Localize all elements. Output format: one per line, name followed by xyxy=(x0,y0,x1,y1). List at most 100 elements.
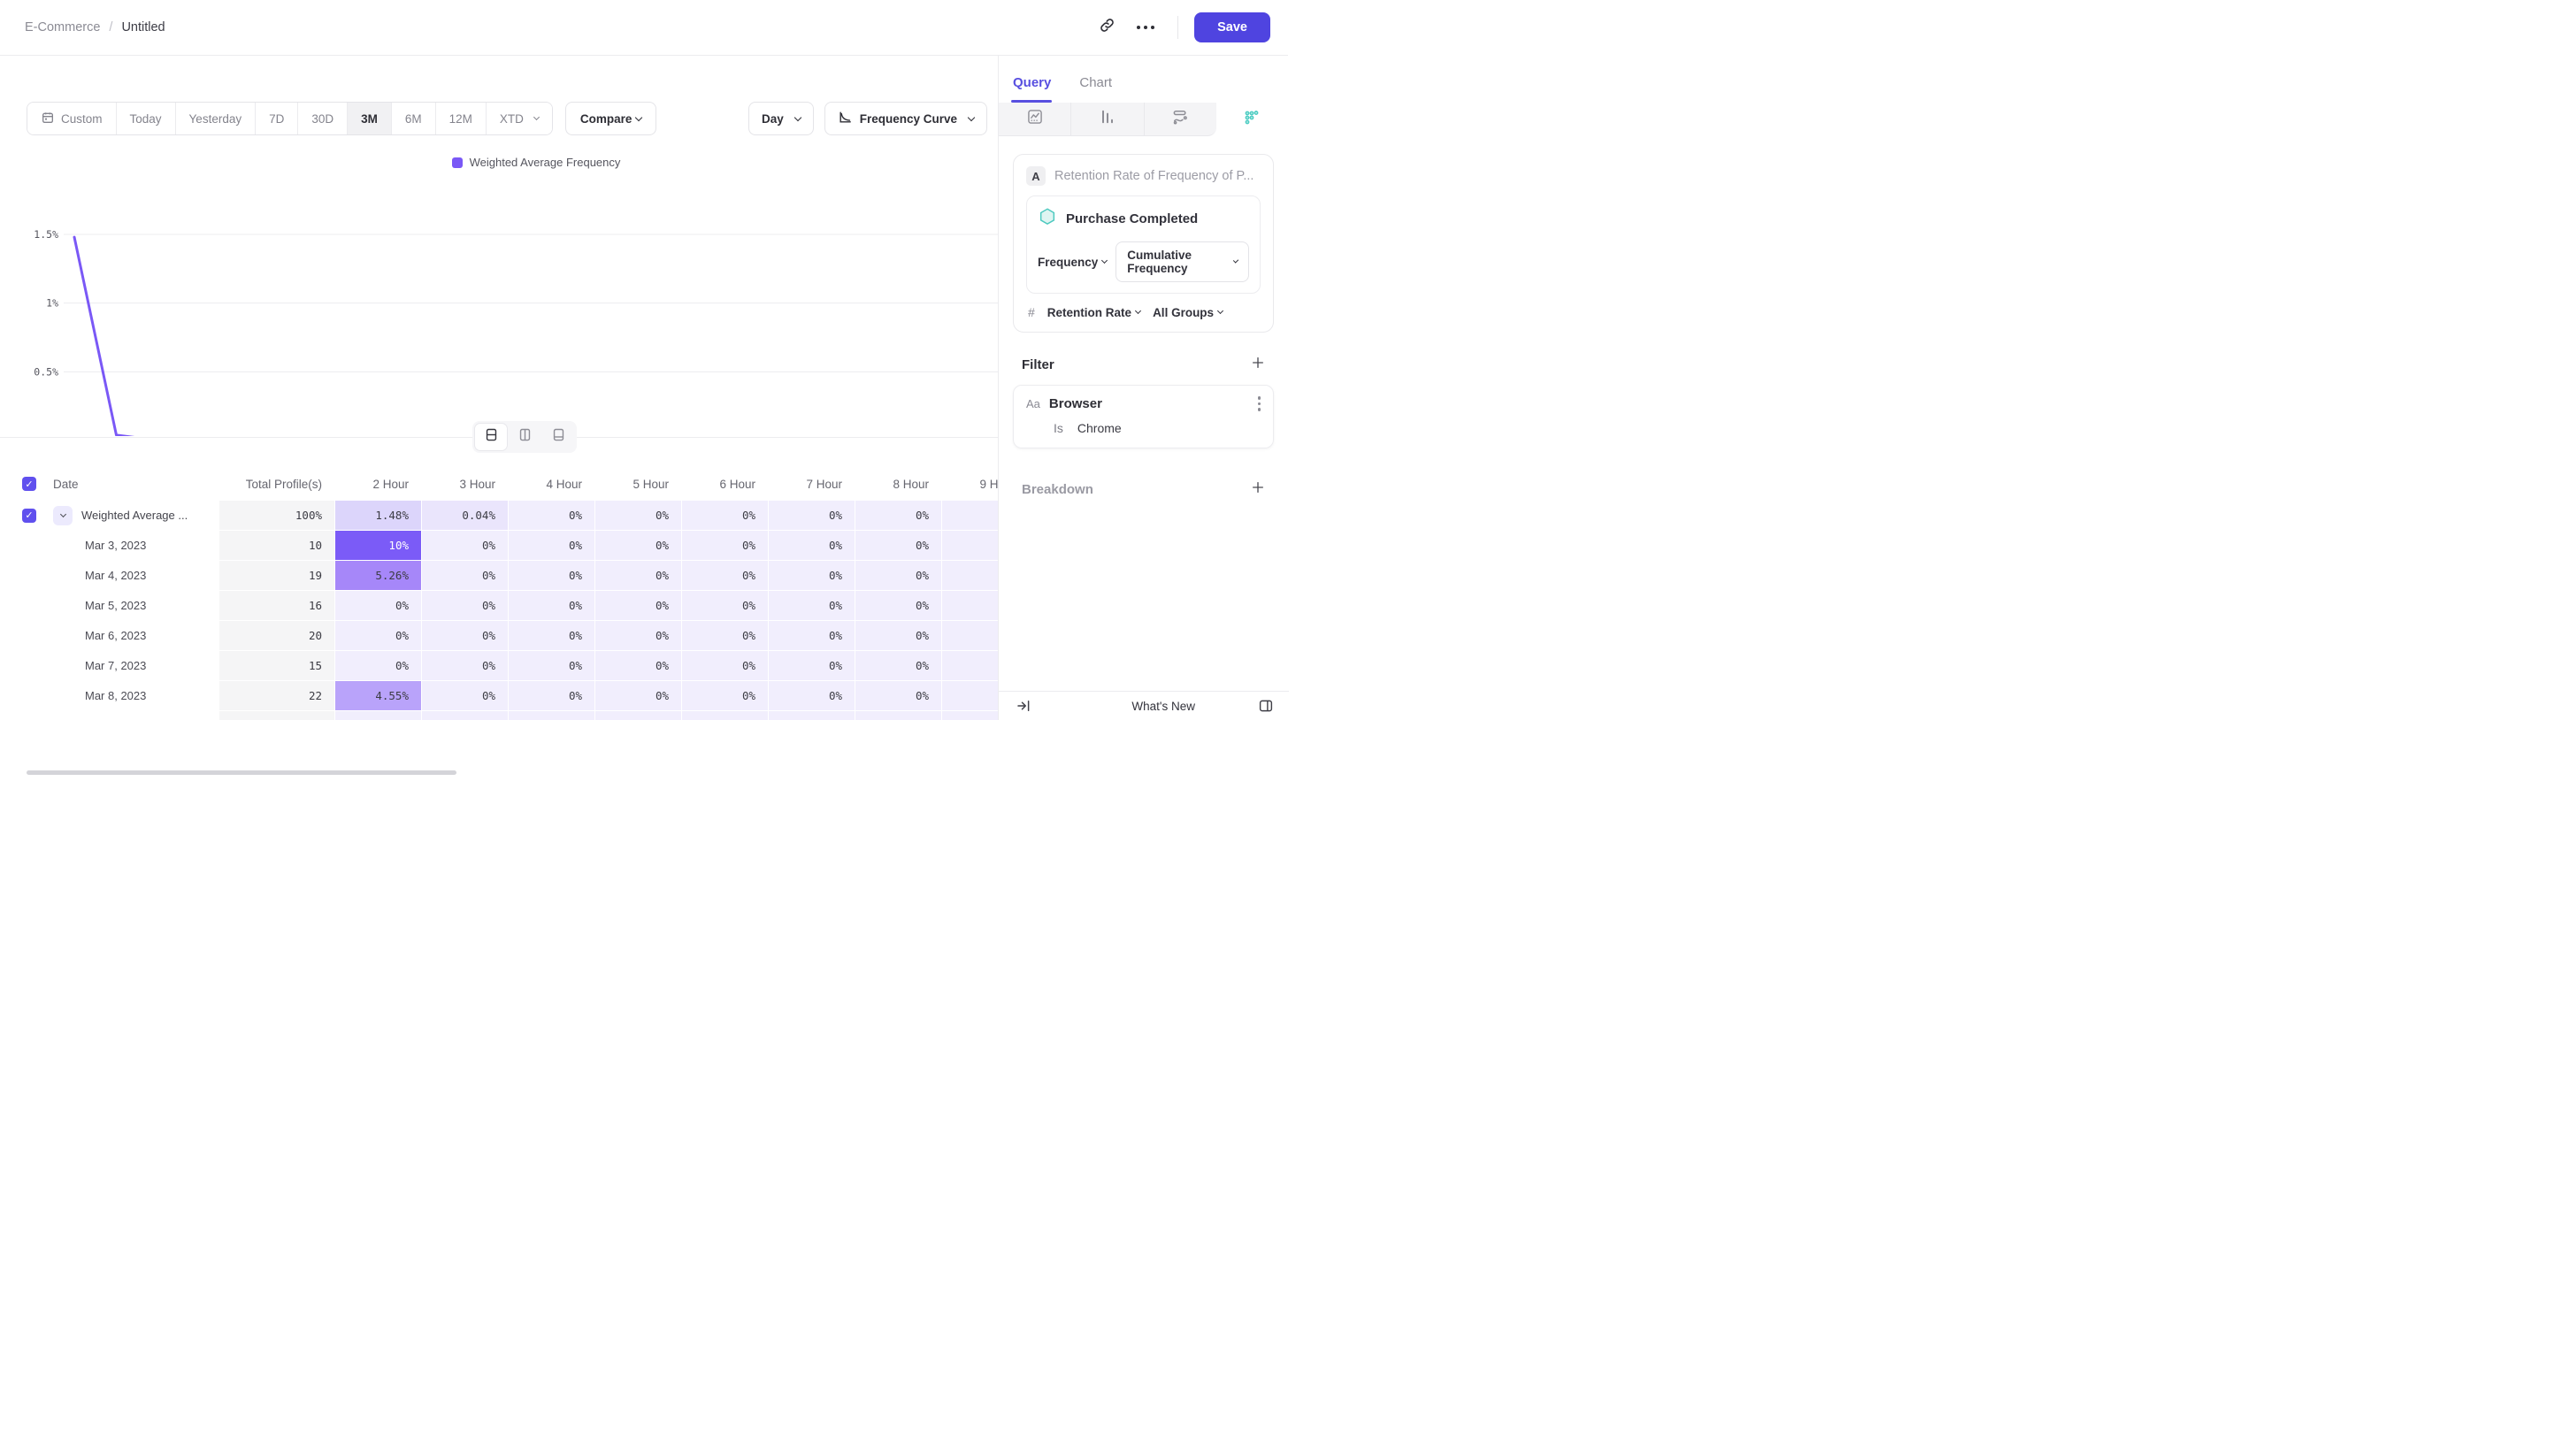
svg-text:1.5%: 1.5% xyxy=(34,228,58,241)
column-header-8[interactable]: 8 Hour xyxy=(855,468,941,500)
cumulative-frequency-dropdown[interactable]: Cumulative Frequency xyxy=(1116,241,1249,282)
view-bars-button[interactable] xyxy=(1071,103,1144,136)
table-cell xyxy=(595,711,681,720)
event-name[interactable]: Purchase Completed xyxy=(1066,211,1198,226)
row-checkbox[interactable]: ✓ xyxy=(22,509,36,523)
table-cell: 0% xyxy=(595,591,681,620)
table-cell: 1.48% xyxy=(335,501,421,530)
table-cell: 0% xyxy=(595,561,681,590)
table-cell: 0% xyxy=(595,621,681,650)
chevron-down-icon xyxy=(1233,257,1238,263)
filter-value[interactable]: Chrome xyxy=(1077,421,1122,435)
frequency-dropdown[interactable]: Frequency xyxy=(1038,256,1107,269)
add-filter-button[interactable] xyxy=(1251,356,1265,374)
table-gutter xyxy=(0,468,21,500)
collapse-panel-button[interactable] xyxy=(1011,693,1036,718)
table-cell: 0% xyxy=(855,591,941,620)
filter-title: Filter xyxy=(1022,357,1054,372)
table-cell: 0% xyxy=(682,621,768,650)
filter-property[interactable]: Browser xyxy=(1049,396,1102,411)
breadcrumb-project[interactable]: E-Commerce xyxy=(25,20,100,34)
table-cell: 0% xyxy=(682,591,768,620)
table-cell: 0% xyxy=(509,531,594,560)
layout-split-horizontal-button[interactable] xyxy=(475,424,507,450)
filter-card[interactable]: Aa Browser Is Chrome xyxy=(1013,385,1274,448)
row-checkbox-cell xyxy=(22,711,52,720)
column-header-7[interactable]: 7 Hour xyxy=(769,468,855,500)
table-only-icon xyxy=(551,427,566,447)
table-cell: 5.26% xyxy=(335,561,421,590)
column-header-date[interactable]: Date xyxy=(53,468,218,500)
groups-dropdown[interactable]: All Groups xyxy=(1153,306,1223,319)
table-row[interactable]: Mar 8, 2023224.55%0%0%0%0%0%0%0% xyxy=(0,681,1067,710)
table-cell: 0% xyxy=(509,651,594,680)
filter-section-header: Filter xyxy=(1013,356,1274,374)
expand-row-button[interactable] xyxy=(53,506,73,525)
breakdown-section-header: Breakdown xyxy=(1013,480,1274,499)
table-row[interactable]: ✓Weighted Average ...100%1.48%0.04%0%0%0… xyxy=(0,501,1067,530)
table-cell: 0% xyxy=(769,591,855,620)
series-title[interactable]: Retention Rate of Frequency of P... xyxy=(1054,169,1254,183)
row-checkbox-cell xyxy=(22,621,52,650)
horizontal-scrollbar[interactable] xyxy=(27,770,456,775)
measure-type-icon[interactable]: # xyxy=(1028,305,1035,319)
save-button[interactable]: Save xyxy=(1194,12,1270,42)
column-header-4[interactable]: 4 Hour xyxy=(509,468,594,500)
panel-footer: What's New xyxy=(999,691,1289,720)
view-flow-button[interactable] xyxy=(1145,103,1216,136)
split-vertical-icon xyxy=(518,427,533,447)
filter-operator[interactable]: Is xyxy=(1054,421,1063,435)
tab-chart[interactable]: Chart xyxy=(1079,75,1112,103)
row-checkbox-cell xyxy=(22,651,52,680)
table-cell: 0% xyxy=(509,561,594,590)
table-gutter xyxy=(0,591,21,620)
column-header-1[interactable]: Total Profile(s) xyxy=(219,468,334,500)
row-checkbox-cell: ✓ xyxy=(22,501,52,530)
column-header-2[interactable]: 2 Hour xyxy=(335,468,421,500)
tab-query[interactable]: Query xyxy=(1013,75,1051,103)
table-cell: 0% xyxy=(335,651,421,680)
svg-text:0%: 0% xyxy=(46,434,58,436)
table-cell: 0% xyxy=(509,621,594,650)
table-row[interactable]: Mar 6, 2023200%0%0%0%0%0%0%0% xyxy=(0,621,1067,650)
panel-layout-icon[interactable] xyxy=(1254,693,1278,718)
table-row[interactable]: Mar 3, 20231010%0%0%0%0%0%0%0% xyxy=(0,531,1067,560)
filter-kebab-menu[interactable] xyxy=(1258,396,1261,411)
frequency-curve-chart[interactable]: 0%0.5%1%1.5%2 Hour4 Hour6 Hour8 Hour10 H… xyxy=(0,118,998,436)
link-icon xyxy=(1099,17,1116,38)
table-cell: 0% xyxy=(855,681,941,710)
table-cell: 0% xyxy=(682,651,768,680)
more-options-button[interactable] xyxy=(1130,11,1162,43)
view-insights-button[interactable] xyxy=(999,103,1071,136)
view-frequency-button[interactable] xyxy=(1216,103,1288,136)
table-row-partial xyxy=(0,711,1067,720)
row-checkbox-cell xyxy=(22,531,52,560)
row-checkbox-cell xyxy=(22,591,52,620)
insights-icon xyxy=(1026,108,1044,130)
row-date: Mar 6, 2023 xyxy=(53,621,218,650)
table-cell: 0% xyxy=(855,621,941,650)
layout-split-vertical-button[interactable] xyxy=(509,424,540,450)
breadcrumb-report-name[interactable]: Untitled xyxy=(121,20,165,34)
top-header: E-Commerce / Untitled Save xyxy=(0,0,1288,56)
table-header-row: ✓ DateTotal Profile(s)2 Hour3 Hour4 Hour5… xyxy=(0,468,1067,500)
table-cell: 0% xyxy=(335,591,421,620)
layout-table-only-button[interactable] xyxy=(542,424,574,450)
copy-link-button[interactable] xyxy=(1091,11,1123,43)
table-row[interactable]: Mar 7, 2023150%0%0%0%0%0%0%0% xyxy=(0,651,1067,680)
column-header-3[interactable]: 3 Hour xyxy=(422,468,508,500)
select-all-checkbox[interactable]: ✓ xyxy=(22,477,36,491)
table-row[interactable]: Mar 4, 2023195.26%0%0%0%0%0%0%0% xyxy=(0,561,1067,590)
total-profiles-cell: 19 xyxy=(219,561,334,590)
table-cell: 0% xyxy=(682,531,768,560)
table-cell: 0% xyxy=(769,501,855,530)
column-header-5[interactable]: 5 Hour xyxy=(595,468,681,500)
column-header-6[interactable]: 6 Hour xyxy=(682,468,768,500)
chevron-down-icon xyxy=(1217,308,1223,314)
measure-dropdown[interactable]: Retention Rate xyxy=(1047,306,1140,319)
table-row[interactable]: Mar 5, 2023160%0%0%0%0%0%0%0% xyxy=(0,591,1067,620)
table-cell: 0% xyxy=(855,501,941,530)
table-cell: 0% xyxy=(682,501,768,530)
add-breakdown-button[interactable] xyxy=(1251,480,1265,499)
whats-new-link[interactable]: What's New xyxy=(1131,700,1195,713)
